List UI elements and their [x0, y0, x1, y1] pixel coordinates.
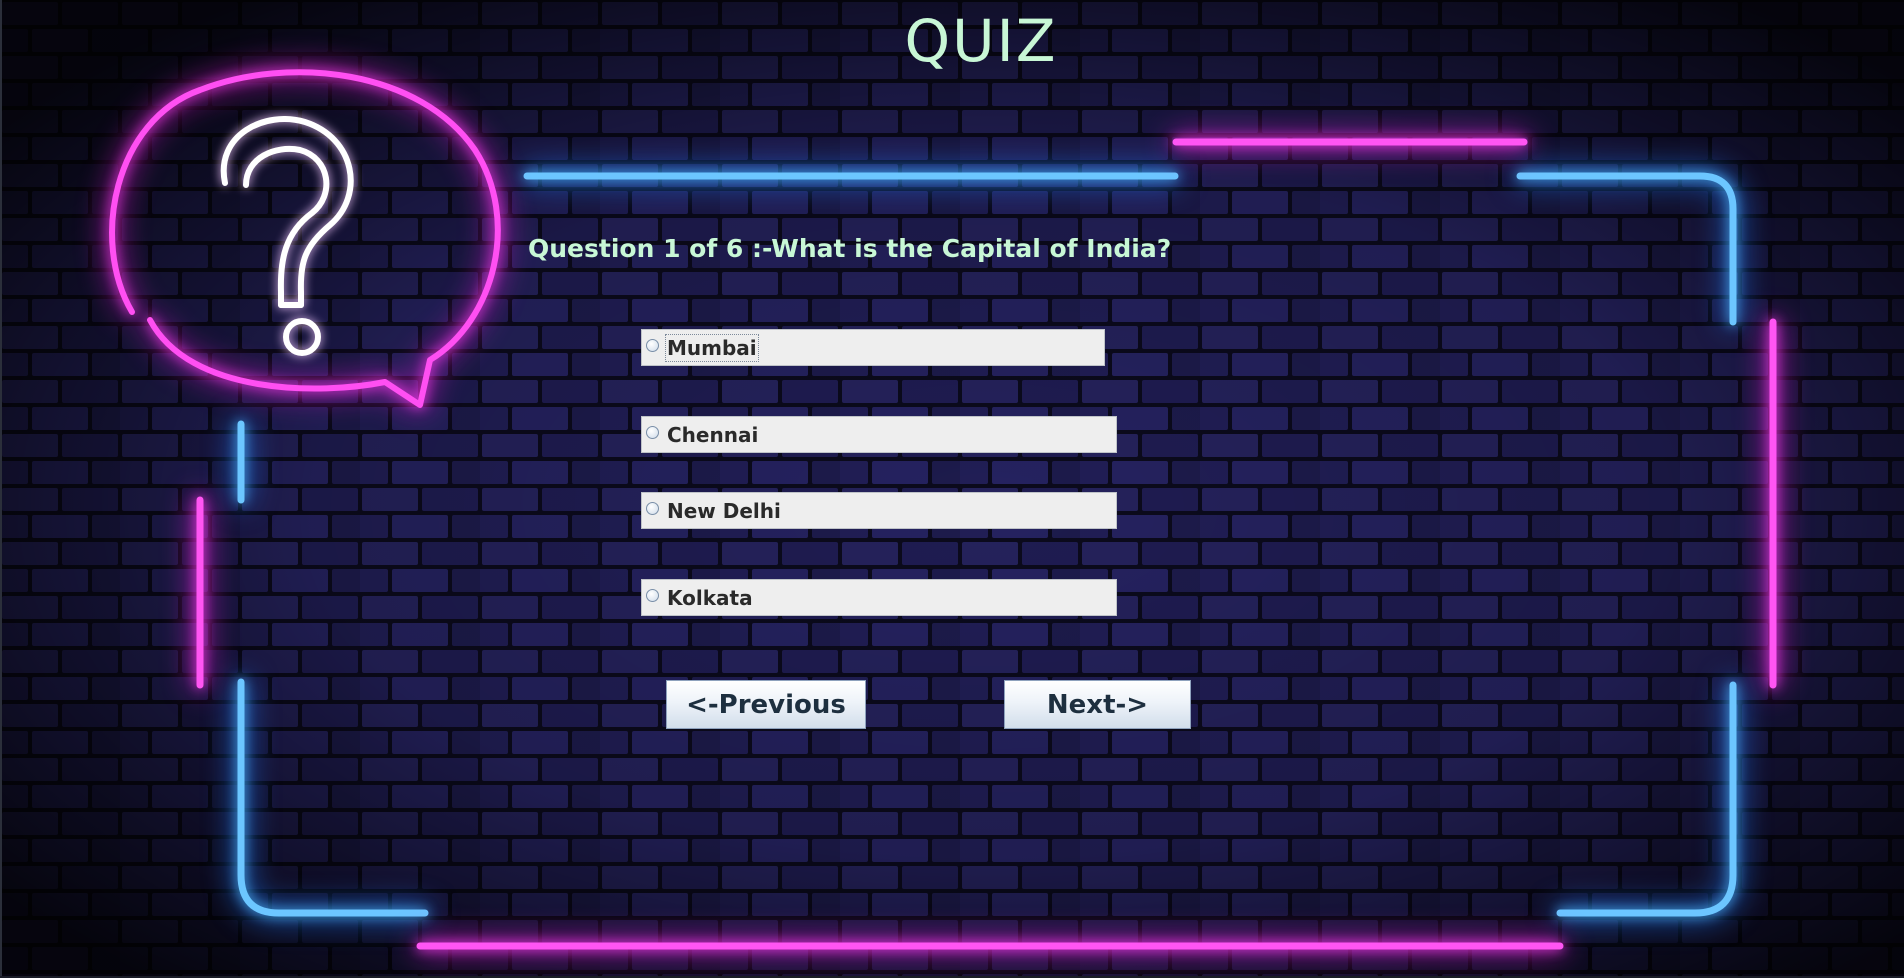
option-mumbai[interactable]: Mumbai — [641, 329, 1105, 366]
window-left-edge — [0, 0, 2, 978]
option-label: Kolkata — [667, 585, 753, 610]
option-kolkata[interactable]: Kolkata — [641, 579, 1117, 616]
option-chennai[interactable]: Chennai — [641, 416, 1117, 453]
option-label: Mumbai — [665, 333, 759, 362]
quiz-title: QUIZ — [904, 7, 1058, 75]
question-text: Question 1 of 6 :-What is the Capital of… — [528, 234, 1172, 263]
quiz-window: QUIZ Question 1 of 6 :-What is the Capit… — [0, 0, 1904, 978]
brick-wall-background — [0, 0, 1904, 978]
radio-button-icon[interactable] — [646, 589, 659, 602]
option-new-delhi[interactable]: New Delhi — [641, 492, 1117, 529]
radio-button-icon[interactable] — [646, 339, 659, 352]
radio-button-icon[interactable] — [646, 426, 659, 439]
option-label: Chennai — [667, 422, 759, 447]
next-button[interactable]: Next-> — [1004, 680, 1191, 729]
option-label: New Delhi — [667, 498, 781, 523]
radio-button-icon[interactable] — [646, 502, 659, 515]
previous-button[interactable]: <-Previous — [666, 680, 866, 729]
